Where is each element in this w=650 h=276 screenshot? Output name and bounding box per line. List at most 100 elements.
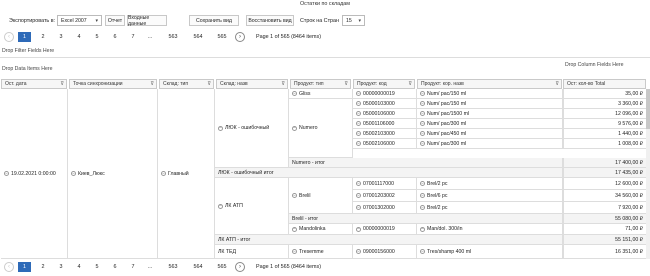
filter-icon[interactable]: ⊽ xyxy=(150,81,154,87)
product-name-cell[interactable]: − Num/ рас/300 ml xyxy=(417,139,563,149)
header-warehouse-type[interactable]: Склад: тип ⊽ xyxy=(159,79,214,89)
product-code-cell[interactable]: −00000000019 xyxy=(353,224,417,235)
product-name-cell[interactable]: − Man/dol. 300/in xyxy=(417,224,563,235)
prev-page-icon[interactable]: ‹ xyxy=(4,262,14,272)
scrollbar-thumb[interactable] xyxy=(646,89,650,129)
warehouse-ted-cell[interactable]: ЛК ТЕД xyxy=(215,245,289,259)
collapse-icon[interactable]: − xyxy=(356,121,361,126)
column-drop-zone[interactable]: Drop Column Fields Here xyxy=(565,62,624,68)
product-name-cell[interactable]: − Brel/2 pc xyxy=(417,178,563,190)
product-type-mandolinka[interactable]: − Mandolinka xyxy=(289,224,353,235)
header-product-name[interactable]: Продукт: кор. назв ⊽ xyxy=(417,79,562,89)
page-ellipsis[interactable]: ... xyxy=(145,262,155,272)
rows-per-page-select[interactable]: 15 ▾ xyxy=(342,15,365,26)
page-4[interactable]: 4 xyxy=(75,32,83,42)
collapse-icon[interactable]: − xyxy=(218,125,223,131)
product-code-cell[interactable]: −05002106000 xyxy=(353,139,417,149)
filter-icon[interactable]: ⊽ xyxy=(60,81,64,87)
product-code-cell[interactable]: −09000156000 xyxy=(353,245,417,259)
product-code-cell[interactable]: −05002103000 xyxy=(353,129,417,139)
prev-page-icon[interactable]: ‹ xyxy=(4,32,14,42)
product-name-cell[interactable]: − Brel/2 pc xyxy=(417,202,563,214)
page-2[interactable]: 2 xyxy=(39,32,47,42)
header-sync-point[interactable]: Точка синхронизации ⊽ xyxy=(69,79,157,89)
header-qty-total[interactable]: Ост: кол-во Total xyxy=(563,79,646,89)
vertical-scrollbar[interactable] xyxy=(646,89,650,259)
collapse-icon[interactable]: − xyxy=(420,226,425,232)
warehouse-luk-cell[interactable]: − ЛЮК - ошибочный xyxy=(215,89,289,168)
collapse-icon[interactable]: − xyxy=(420,111,425,116)
page-6[interactable]: 6 xyxy=(111,262,119,272)
sync-point-cell[interactable]: − Киев_Люкс xyxy=(68,89,158,259)
filter-icon[interactable]: ⊽ xyxy=(408,81,412,87)
product-code-cell[interactable]: −05001106000 xyxy=(353,119,417,129)
collapse-icon[interactable]: − xyxy=(356,101,361,106)
next-page-icon[interactable]: › xyxy=(235,32,245,42)
collapse-icon[interactable]: − xyxy=(292,91,297,96)
product-type-gliss[interactable]: − Gliss xyxy=(289,89,353,99)
page-563[interactable]: 563 xyxy=(165,262,181,272)
collapse-icon[interactable]: − xyxy=(420,193,425,198)
filter-icon[interactable]: ⊽ xyxy=(344,81,348,87)
page-564[interactable]: 564 xyxy=(190,32,206,42)
product-name-cell[interactable]: − Num/ рас/450 ml xyxy=(417,129,563,139)
date-cell[interactable]: −19.02.2021 0:00:00 xyxy=(1,89,68,259)
page-4[interactable]: 4 xyxy=(75,262,83,272)
collapse-icon[interactable]: − xyxy=(420,121,425,126)
next-page-icon[interactable]: › xyxy=(235,262,245,272)
product-code-cell[interactable]: −00000000019 xyxy=(353,89,417,99)
collapse-icon[interactable]: − xyxy=(356,193,361,198)
header-product-type[interactable]: Продукт: тип ⊽ xyxy=(290,79,351,89)
header-product-code[interactable]: Продукт: код ⊽ xyxy=(353,79,415,89)
product-code-cell[interactable]: −05000106000 xyxy=(353,109,417,119)
page-2[interactable]: 2 xyxy=(39,262,47,272)
header-date[interactable]: Ост. дата ⊽ xyxy=(1,79,67,89)
product-name-cell[interactable]: − Num/ рас/300 ml xyxy=(417,119,563,129)
collapse-icon[interactable]: − xyxy=(420,205,425,210)
page-ellipsis[interactable]: ... xyxy=(145,32,155,42)
page-564[interactable]: 564 xyxy=(190,262,206,272)
collapse-icon[interactable]: − xyxy=(420,101,425,106)
product-code-cell[interactable]: −07001302000 xyxy=(353,202,417,214)
product-name-cell[interactable]: − Brel/6 pc xyxy=(417,190,563,202)
product-name-cell[interactable]: − Tres/shamp 400 ml xyxy=(417,245,563,259)
collapse-icon[interactable]: − xyxy=(356,131,361,136)
collapse-icon[interactable]: − xyxy=(356,226,361,232)
product-type-numero[interactable]: − Numero xyxy=(289,99,353,158)
restore-view-button[interactable]: Восстановить вид xyxy=(246,15,294,26)
filter-icon[interactable]: ⊽ xyxy=(555,81,559,87)
page-7[interactable]: 7 xyxy=(129,32,137,42)
page-6[interactable]: 6 xyxy=(111,32,119,42)
data-drop-zone[interactable]: Drop Data Items Here xyxy=(2,66,52,72)
collapse-icon[interactable]: − xyxy=(356,249,361,254)
collapse-icon[interactable]: − xyxy=(292,125,297,131)
warehouse-type-cell[interactable]: − Главный xyxy=(158,89,215,259)
collapse-icon[interactable]: − xyxy=(4,171,9,176)
page-5[interactable]: 5 xyxy=(93,32,101,42)
collapse-icon[interactable]: − xyxy=(218,203,223,209)
collapse-icon[interactable]: − xyxy=(292,226,297,232)
collapse-icon[interactable]: − xyxy=(292,249,297,254)
page-565[interactable]: 565 xyxy=(214,262,230,272)
collapse-icon[interactable]: − xyxy=(420,249,425,254)
export-format-select[interactable]: Excel 2007 ▾ xyxy=(57,15,102,26)
collapse-icon[interactable]: − xyxy=(161,171,166,176)
page-565[interactable]: 565 xyxy=(214,32,230,42)
collapse-icon[interactable]: − xyxy=(420,91,425,96)
page-5[interactable]: 5 xyxy=(93,262,101,272)
header-warehouse-name[interactable]: Склад: назв ⊽ xyxy=(216,79,288,89)
page-563[interactable]: 563 xyxy=(165,32,181,42)
filter-icon[interactable]: ⊽ xyxy=(207,81,211,87)
collapse-icon[interactable]: − xyxy=(71,171,76,176)
product-code-cell[interactable]: −05000103000 xyxy=(353,99,417,109)
page-7[interactable]: 7 xyxy=(129,262,137,272)
page-1[interactable]: 1 xyxy=(18,262,31,272)
warehouse-atp-cell[interactable]: − ЛК АТП xyxy=(215,178,289,235)
collapse-icon[interactable]: − xyxy=(420,131,425,136)
save-view-button[interactable]: Сохранить вид xyxy=(189,15,239,26)
product-code-cell[interactable]: −07001203002 xyxy=(353,190,417,202)
product-type-brelil[interactable]: − Brelil xyxy=(289,178,353,214)
product-name-cell[interactable]: − Num/ рас/1500 ml xyxy=(417,109,563,119)
page-1[interactable]: 1 xyxy=(18,32,31,42)
product-type-tresemme[interactable]: − Tresemme xyxy=(289,245,353,259)
